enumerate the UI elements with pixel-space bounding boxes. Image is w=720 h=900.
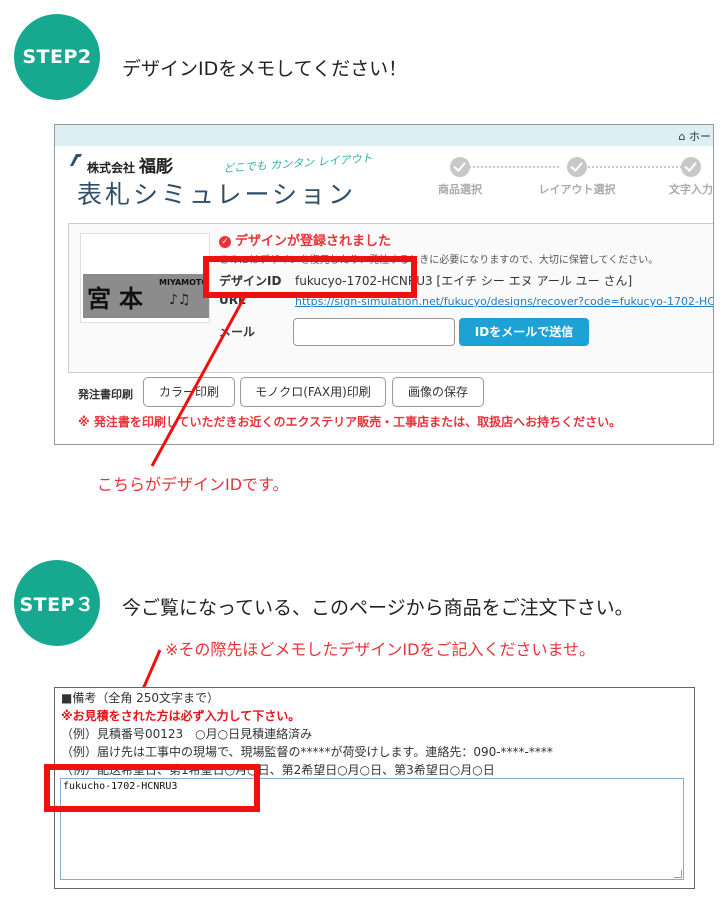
textarea-highlight: [44, 764, 260, 812]
design-id-caption: こちらがデザインIDです。: [97, 475, 289, 494]
remarks-example: （例）届け先は工事中の現場で、現場監督の*****が荷受けします。連絡先：090…: [61, 745, 553, 759]
step3-badge: STEP３: [14, 560, 100, 646]
resize-handle-icon[interactable]: [674, 870, 682, 878]
step3-subnote: ※その際先ほどメモしたデザインIDをご記入くださいませ。: [165, 640, 595, 659]
remarks-title: ■備考（全角 250文字まで）: [61, 691, 220, 705]
remarks-required-note: ※お見積をされた方は必ず入力して下さい。: [61, 709, 301, 723]
remarks-example: （例）見積番号00123 ○月○日見積連絡済み: [61, 727, 313, 741]
step3-heading: 今ご覧になっている、このページから商品をご注文下さい。: [122, 597, 634, 619]
